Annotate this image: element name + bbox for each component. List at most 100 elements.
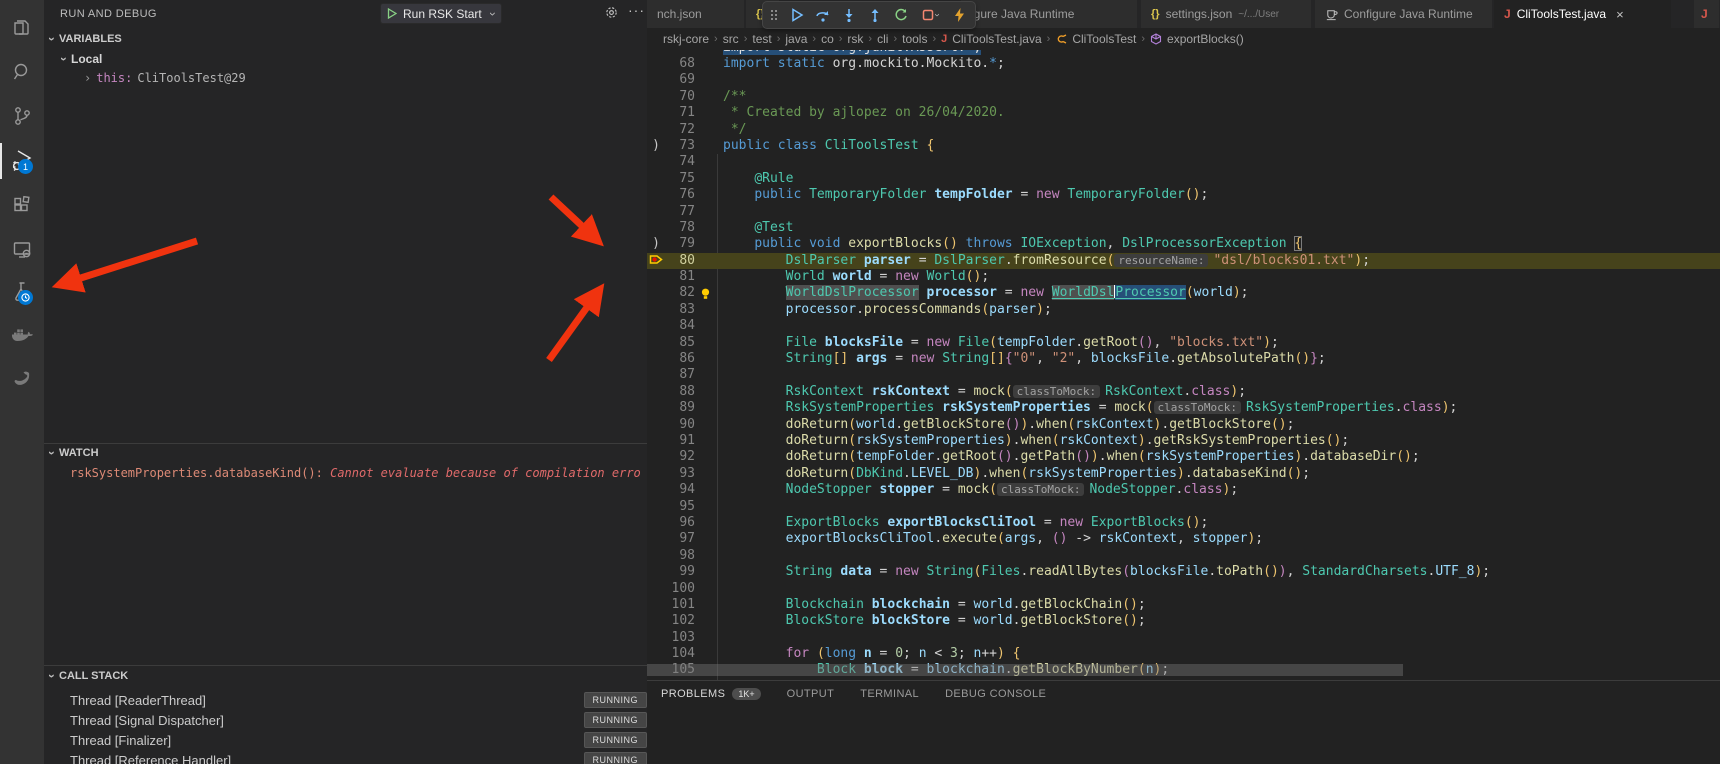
code-line[interactable]: 103 [647, 630, 1720, 646]
call-stack-section-header[interactable]: › CALL STACK [50, 670, 128, 682]
breakpoint-gutter[interactable] [647, 400, 665, 416]
line-number[interactable]: 90 [665, 417, 695, 433]
tab-settings-json[interactable]: {} settings.json ~/.../User [1141, 0, 1312, 28]
line-number[interactable]: 91 [665, 433, 695, 449]
call-stack-thread[interactable]: Thread [Finalizer] RUNNING [70, 730, 647, 750]
fold-marker-icon[interactable]: ) [647, 138, 665, 154]
code-editor[interactable]: import static org.junit.Assert.*;68impor… [647, 50, 1720, 680]
panel-tab-terminal[interactable]: TERMINAL [860, 688, 919, 700]
line-number[interactable]: 89 [665, 400, 695, 416]
breakpoint-gutter[interactable] [647, 630, 665, 646]
breakpoint-gutter[interactable] [647, 564, 665, 580]
line-number[interactable]: 73 [665, 138, 695, 154]
breakpoint-gutter[interactable] [647, 204, 665, 220]
step-over-icon[interactable] [811, 4, 835, 26]
line-number[interactable]: 101 [665, 597, 695, 613]
breakpoint-gutter[interactable] [647, 581, 665, 597]
lightbulb-icon[interactable] [695, 285, 715, 301]
line-number[interactable]: 88 [665, 384, 695, 400]
tab-java-stub[interactable]: J [1694, 0, 1720, 28]
breakpoint-gutter[interactable] [647, 56, 665, 72]
breakpoint-gutter[interactable] [647, 597, 665, 613]
breakpoint-gutter[interactable] [647, 285, 665, 301]
extensions-icon[interactable] [0, 186, 44, 226]
variables-scope-local[interactable]: › Local [62, 52, 102, 66]
line-number[interactable]: 70 [665, 89, 695, 105]
variables-section-header[interactable]: › VARIABLES [50, 33, 122, 45]
gear-icon[interactable] [604, 5, 619, 25]
code-line[interactable]: 98 [647, 548, 1720, 564]
code-line[interactable]: 90 doReturn(world.getBlockStore()).when(… [647, 417, 1720, 433]
stop-icon[interactable]: › [915, 4, 945, 26]
explorer-icon[interactable] [0, 8, 44, 48]
code-line[interactable]: 85 File blocksFile = new File(tempFolder… [647, 335, 1720, 351]
line-number[interactable]: 80 [665, 253, 695, 269]
panel-tab-debug-console[interactable]: DEBUG CONSOLE [945, 688, 1046, 700]
breakpoint-gutter[interactable] [647, 171, 665, 187]
breakpoint-gutter[interactable] [647, 89, 665, 105]
breakpoint-gutter[interactable] [647, 367, 665, 383]
line-number[interactable]: 74 [665, 154, 695, 170]
breadcrumb-item[interactable]: src [723, 32, 739, 46]
breakpoint-gutter[interactable] [647, 187, 665, 203]
code-line[interactable]: )73public class CliToolsTest { [647, 138, 1720, 154]
line-number[interactable]: 100 [665, 581, 695, 597]
code-line[interactable]: 104 for (long n = 0; n < 3; n++) { [647, 646, 1720, 662]
breakpoint-gutter[interactable] [647, 646, 665, 662]
horizontal-scrollbar[interactable] [647, 664, 1403, 676]
step-out-icon[interactable] [863, 4, 887, 26]
line-number[interactable]: 78 [665, 220, 695, 236]
line-number[interactable]: 85 [665, 335, 695, 351]
panel-tab-output[interactable]: OUTPUT [787, 688, 835, 700]
breakpoint-gutter[interactable] [647, 105, 665, 121]
breakpoint-gutter[interactable] [647, 122, 665, 138]
testing-icon[interactable] [0, 272, 44, 312]
breadcrumb-item[interactable]: java [785, 32, 807, 46]
code-line[interactable]: 81 World world = new World(); [647, 269, 1720, 285]
code-line[interactable]: 89 RskSystemProperties rskSystemProperti… [647, 400, 1720, 416]
breakpoint-gutter[interactable] [647, 613, 665, 629]
call-stack-thread[interactable]: Thread [Reference Handler] RUNNING [70, 750, 647, 764]
code-line[interactable]: 74 [647, 154, 1720, 170]
breakpoint-gutter[interactable] [647, 417, 665, 433]
code-line[interactable]: 91 doReturn(rskSystemProperties).when(rs… [647, 433, 1720, 449]
breakpoint-gutter[interactable] [647, 154, 665, 170]
line-number[interactable]: 84 [665, 318, 695, 334]
code-line[interactable]: 87 [647, 367, 1720, 383]
breakpoint-gutter[interactable] [647, 351, 665, 367]
breakpoint-gutter[interactable] [647, 482, 665, 498]
code-line[interactable]: 72 */ [647, 122, 1720, 138]
breakpoint-gutter[interactable] [647, 433, 665, 449]
search-icon[interactable] [0, 52, 44, 92]
run-and-debug-icon[interactable]: 1 [0, 141, 44, 181]
code-line[interactable]: 88 RskContext rskContext = mock(classToM… [647, 384, 1720, 400]
line-number[interactable]: 96 [665, 515, 695, 531]
grip-icon[interactable] [767, 4, 783, 26]
breakpoint-gutter[interactable] [647, 499, 665, 515]
code-line[interactable]: 86 String[] args = new String[]{"0", "2"… [647, 351, 1720, 367]
code-line[interactable]: )79 public void exportBlocks() throws IO… [647, 236, 1720, 252]
run-config-dropdown[interactable]: Run RSK Start › [380, 3, 502, 24]
line-number[interactable]: 81 [665, 269, 695, 285]
line-number[interactable]: 83 [665, 302, 695, 318]
close-icon[interactable]: × [1616, 7, 1624, 22]
line-number[interactable]: 98 [665, 548, 695, 564]
line-number[interactable]: 99 [665, 564, 695, 580]
breadcrumb-method[interactable]: exportBlocks() [1167, 32, 1244, 46]
line-number[interactable]: 97 [665, 531, 695, 547]
line-number[interactable]: 103 [665, 630, 695, 646]
breadcrumb-item[interactable]: test [752, 32, 771, 46]
more-actions-icon[interactable]: ··· [628, 2, 645, 18]
breakpoint-gutter[interactable] [647, 384, 665, 400]
code-line[interactable]: 71 * Created by ajlopez on 26/04/2020. [647, 105, 1720, 121]
code-line[interactable]: 97 exportBlocksCliTool.execute(args, () … [647, 531, 1720, 547]
line-number[interactable]: 82 [665, 285, 695, 301]
code-line[interactable]: 102 BlockStore blockStore = world.getBlo… [647, 613, 1720, 629]
line-number[interactable]: 68 [665, 56, 695, 72]
line-number[interactable]: 79 [665, 236, 695, 252]
breakpoint-gutter[interactable] [647, 449, 665, 465]
hot-code-replace-icon[interactable] [947, 4, 971, 26]
code-line[interactable]: 77 [647, 204, 1720, 220]
line-number[interactable]: 92 [665, 449, 695, 465]
breakpoint-gutter[interactable] [647, 302, 665, 318]
